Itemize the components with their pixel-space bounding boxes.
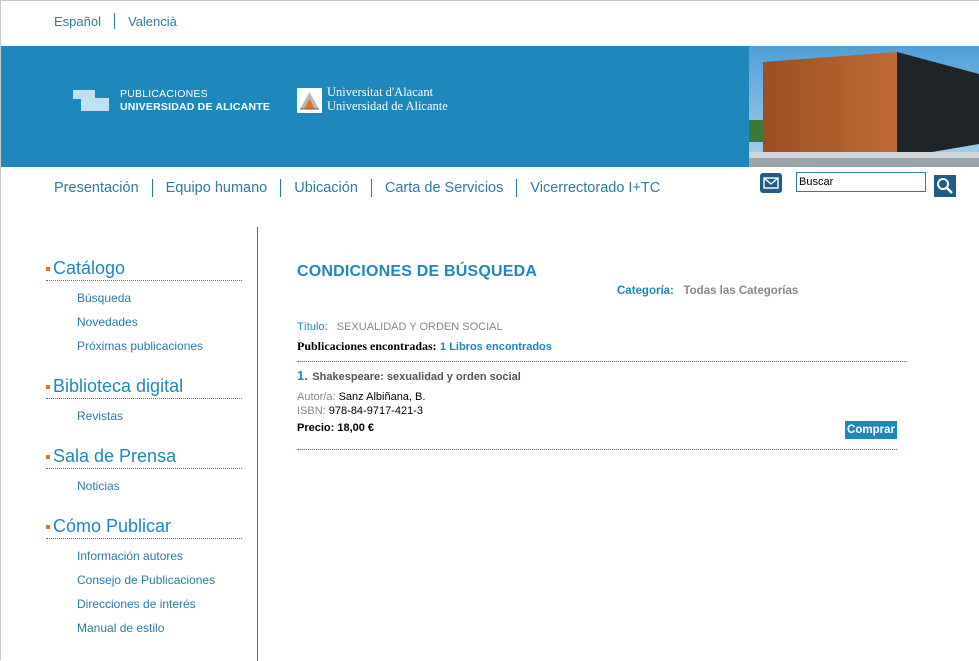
buy-button[interactable]: Comprar — [845, 421, 897, 439]
lang-valencia[interactable]: Valencià — [128, 14, 177, 29]
author-value: Sanz Albiñana, B. — [338, 391, 426, 403]
category-row: Categoría: Todas las Categorías — [617, 285, 798, 297]
sidebar-item-revistas[interactable]: Revistas — [46, 404, 242, 428]
nav-carta-servicios[interactable]: Carta de Servicios — [385, 180, 503, 196]
sidebar-heading-label: Cómo Publicar — [53, 516, 172, 536]
nav-presentacion[interactable]: Presentación — [54, 180, 139, 196]
lang-divider — [113, 13, 115, 29]
search-results: CONDICIONES DE BÚSQUEDA Categoría: Todas… — [297, 263, 909, 450]
sidebar-item-noticias[interactable]: Noticias — [46, 474, 242, 498]
sidebar-section-publicar: Cómo Publicar Información autores Consej… — [46, 515, 242, 640]
building-photo — [749, 46, 979, 167]
pub-line1: PUBLICACIONES — [120, 88, 208, 100]
result-isbn: ISBN: 978-84-9717-421-3 — [297, 405, 897, 417]
publicaciones-logo-icon — [73, 90, 109, 111]
search-icon[interactable] — [934, 175, 956, 197]
sidebar-heading-prensa[interactable]: Sala de Prensa — [46, 445, 242, 469]
sidebar-item-direcciones[interactable]: Direcciones de interés — [46, 592, 242, 616]
result-title[interactable]: Shakespeare: sexualidad y orden social — [312, 371, 520, 383]
nav-divider — [370, 179, 372, 197]
nav-ubicacion[interactable]: Ubicación — [294, 180, 358, 196]
titulo-row: Título: SEXUALIDAD Y ORDEN SOCIAL — [297, 321, 503, 333]
titulo-value: SEXUALIDAD Y ORDEN SOCIAL — [336, 321, 503, 333]
nav-divider — [151, 179, 153, 197]
sidebar-heading-catalogo[interactable]: Catálogo — [46, 257, 242, 281]
sidebar-heading-label: Catálogo — [53, 258, 126, 278]
sidebar-item-info-autores[interactable]: Información autores — [46, 544, 242, 568]
category-value: Todas las Categorías — [683, 285, 799, 297]
nav-divider — [516, 179, 518, 197]
ua-line2: Universidad de Alicante — [327, 99, 448, 113]
author-label: Autor/a: — [297, 391, 336, 403]
sidebar-heading-biblioteca[interactable]: Biblioteca digital — [46, 375, 242, 399]
isbn-value: 978-84-9717-421-3 — [328, 405, 423, 417]
sidebar-divider — [257, 227, 258, 661]
sidebar: Catálogo Búsqueda Novedades Próximas pub… — [46, 257, 242, 640]
sidebar-section-prensa: Sala de Prensa Noticias — [46, 445, 242, 498]
bullet-icon — [46, 455, 50, 459]
bullet-icon — [46, 385, 50, 389]
nav-divider — [280, 179, 282, 197]
sidebar-heading-publicar[interactable]: Cómo Publicar — [46, 515, 242, 539]
sidebar-heading-label: Biblioteca digital — [53, 376, 184, 396]
bullet-icon — [46, 525, 50, 529]
nav-equipo-humano[interactable]: Equipo humano — [166, 180, 268, 196]
nav-vicerrectorado[interactable]: Vicerrectorado I+TC — [530, 180, 660, 196]
sidebar-section-biblioteca: Biblioteca digital Revistas — [46, 375, 242, 428]
isbn-label: ISBN: — [297, 405, 326, 417]
result-author: Autor/a: Sanz Albiñana, B. — [297, 391, 897, 403]
found-label: Publicaciones encontradas: — [297, 339, 437, 353]
sidebar-item-manual[interactable]: Manual de estilo — [46, 616, 242, 640]
category-label: Categoría: — [617, 285, 674, 297]
list-item: 1. Shakespeare: sexualidad y orden socia… — [297, 367, 897, 439]
found-row: Publicaciones encontradas: 1 Libros enco… — [297, 339, 552, 354]
sidebar-item-novedades[interactable]: Novedades — [46, 310, 242, 334]
sidebar-item-busqueda[interactable]: Búsqueda — [46, 286, 242, 310]
header-banner: PUBLICACIONES UNIVERSIDAD DE ALICANTE Un… — [1, 46, 979, 167]
sidebar-heading-label: Sala de Prensa — [53, 446, 177, 466]
divider — [297, 361, 907, 362]
page-title: CONDICIONES DE BÚSQUEDA — [297, 263, 538, 280]
result-price: Precio: 18,00 € — [297, 422, 375, 434]
mail-icon[interactable] — [760, 173, 782, 193]
publicaciones-logo-text[interactable]: PUBLICACIONES UNIVERSIDAD DE ALICANTE — [120, 88, 270, 114]
sidebar-item-consejo[interactable]: Consejo de Publicaciones — [46, 568, 242, 592]
sidebar-item-proximas[interactable]: Próximas publicaciones — [46, 334, 242, 358]
pub-line2: UNIVERSIDAD DE ALICANTE — [120, 101, 271, 113]
university-logo-text[interactable]: Universitat d'Alacant Universidad de Ali… — [327, 85, 448, 113]
search-input[interactable] — [796, 172, 926, 192]
result-number: 1. — [297, 368, 308, 383]
titulo-label: Título: — [297, 321, 328, 333]
university-logo-icon — [297, 88, 322, 113]
sidebar-section-catalogo: Catálogo Búsqueda Novedades Próximas pub… — [46, 257, 242, 358]
language-bar: Español Valencià — [54, 13, 177, 29]
divider — [297, 449, 897, 450]
main-nav: Presentación Equipo humano Ubicación Car… — [54, 179, 660, 197]
found-value: 1 Libros encontrados — [440, 341, 552, 353]
lang-espanol[interactable]: Español — [54, 14, 101, 29]
bullet-icon — [46, 267, 50, 271]
ua-line1: Universitat d'Alacant — [327, 85, 434, 99]
